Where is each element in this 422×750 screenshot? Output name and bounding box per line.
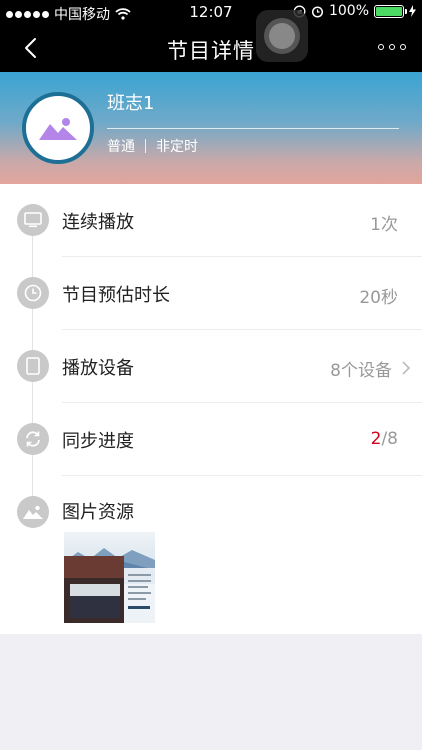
detail-list: 连续播放 1次 节目预估时长 20秒 播放设备 8个设备 同步进度 2/8 图片…	[0, 184, 422, 634]
sync-icon	[17, 423, 49, 455]
image-thumbnail[interactable]	[64, 532, 155, 623]
row-sync: 同步进度 2/8	[0, 403, 422, 476]
tag-schedule: 非定时	[156, 139, 198, 155]
program-header: 班志1 普通 非定时	[0, 72, 422, 184]
image-placeholder-icon	[39, 118, 77, 140]
sync-value: 2/8	[371, 429, 398, 449]
program-tags: 普通 非定时	[107, 136, 198, 156]
row-duration: 节目预估时长 20秒	[0, 257, 422, 330]
devices-value: 8个设备	[330, 361, 392, 381]
duration-value: 20秒	[359, 288, 398, 308]
program-name: 班志1	[107, 93, 155, 114]
tag-type: 普通	[107, 139, 135, 155]
battery-percent: 100%	[328, 3, 369, 19]
more-button[interactable]	[378, 44, 406, 50]
loop-play-value: 1次	[370, 215, 398, 235]
devices-label: 播放设备	[62, 358, 134, 379]
battery-icon	[374, 4, 407, 18]
header-divider	[107, 128, 399, 129]
program-avatar	[22, 92, 94, 164]
row-divider	[62, 475, 422, 476]
clock-icon	[17, 277, 49, 309]
thumbnail-picture	[64, 532, 155, 623]
status-right: 100%	[293, 3, 416, 19]
tag-separator	[145, 139, 146, 153]
chevron-right-icon	[402, 361, 411, 375]
row-loop-play: 连续播放 1次	[0, 184, 422, 257]
page-title: 节目详情	[167, 39, 255, 63]
nav-bar: 节目详情	[0, 24, 422, 72]
sync-label: 同步进度	[62, 431, 134, 452]
sync-done-count: 2	[370, 429, 382, 449]
sync-total-count: /8	[381, 429, 398, 449]
alarm-icon	[311, 5, 324, 18]
loop-play-label: 连续播放	[62, 212, 134, 233]
tablet-icon	[17, 350, 49, 382]
monitor-icon	[17, 204, 49, 236]
charging-icon	[409, 5, 416, 17]
status-bar: 中国移动 12:07 100%	[0, 0, 422, 24]
assistive-touch-button[interactable]	[256, 10, 308, 62]
duration-label: 节目预估时长	[62, 285, 170, 306]
row-devices[interactable]: 播放设备 8个设备	[0, 330, 422, 403]
image-resources-label: 图片资源	[62, 502, 134, 523]
image-icon	[17, 496, 49, 528]
